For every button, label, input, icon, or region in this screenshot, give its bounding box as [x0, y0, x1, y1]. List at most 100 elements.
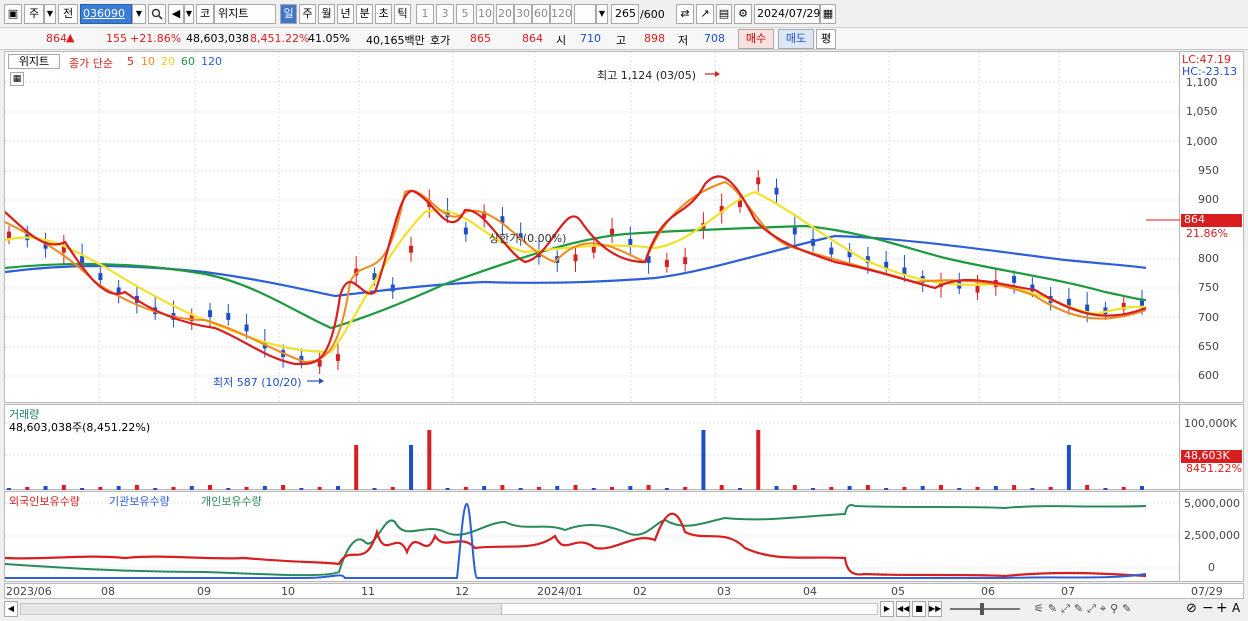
volume-bar	[43, 486, 48, 490]
candle-body	[463, 227, 468, 235]
volume-bar	[262, 486, 267, 490]
buy-button[interactable]: 매수	[738, 29, 774, 49]
volume-value: 48,603,038	[186, 32, 249, 45]
ma-legend-60: 60	[181, 55, 195, 68]
volume-bar	[536, 487, 541, 490]
price-chart-panel[interactable]: 위지트 종가 단순 5 10 20 60 120 ▦ 최고 1,124 (03/…	[4, 51, 1181, 404]
volume-bar	[847, 486, 852, 490]
stock-code-input[interactable]: 036090	[80, 4, 132, 24]
volume-bar	[171, 487, 176, 490]
code-dropdown-icon[interactable]: ▼	[132, 4, 146, 24]
volume-bar	[61, 485, 66, 490]
ma-legend-120: 120	[201, 55, 222, 68]
fast-forward-icon[interactable]: ▶▶	[928, 601, 942, 617]
volume-bar	[153, 488, 158, 490]
y-tick-1050: 1,050	[1186, 105, 1218, 118]
interval-dropdown-icon[interactable]: ▼	[596, 4, 608, 24]
prev-button[interactable]: 전	[58, 4, 78, 24]
volume-bar	[737, 488, 742, 490]
market-selector[interactable]: 코	[196, 4, 214, 24]
type-dropdown-icon[interactable]: ▼	[44, 4, 56, 24]
stock-name-field[interactable]: 위지트	[214, 4, 276, 24]
font-size-icon[interactable]: A	[1232, 601, 1240, 615]
volume-value-label: 48,603,038주(8,451.22%)	[9, 421, 151, 434]
last-pct-tag: 21.86%	[1186, 227, 1228, 240]
holdings-svg	[5, 502, 1181, 579]
zoom-in-icon[interactable]: +	[1216, 600, 1228, 616]
gear-icon[interactable]: ⚙	[734, 4, 752, 24]
volume-bar	[518, 488, 523, 490]
scroll-left-icon[interactable]: ◀	[4, 601, 18, 617]
date-input[interactable]: 2024/07/29	[754, 4, 820, 24]
period-tab-minute[interactable]: 분	[356, 4, 373, 24]
speaker-dropdown-icon[interactable]: ▼	[184, 4, 194, 24]
volume-bar	[610, 487, 615, 490]
volume-bar	[244, 487, 249, 490]
zoom-fit-icon[interactable]: ⊘	[1186, 601, 1197, 616]
volume-bar	[938, 485, 943, 490]
interval-60[interactable]: 60	[532, 4, 550, 24]
rewind-icon[interactable]: ◀◀	[896, 601, 910, 617]
scroll-right-icon[interactable]: ▶	[880, 601, 894, 617]
interval-1[interactable]: 1	[416, 4, 434, 24]
high-annotation: 최고 1,124 (03/05)	[597, 69, 697, 82]
ma-legend-10: 10	[141, 55, 155, 68]
volume-bar	[134, 485, 139, 490]
indicator-icon[interactable]: ↗	[696, 4, 714, 24]
calendar-icon[interactable]: ▦	[820, 4, 836, 24]
interval-120[interactable]: 120	[550, 4, 572, 24]
limit-annotation: 상한가 (0.00%)	[489, 232, 567, 245]
count-input[interactable]: 265	[611, 4, 639, 24]
x-tick-12: 12	[455, 585, 469, 598]
volume-panel[interactable]: 거래량 48,603,038주(8,451.22%)	[4, 404, 1181, 490]
interval-10[interactable]: 10	[476, 4, 494, 24]
volume-bar	[993, 486, 998, 490]
candle-body	[1066, 298, 1071, 306]
horizontal-scrollbar[interactable]	[20, 603, 878, 615]
speaker-icon[interactable]: ◀	[168, 4, 184, 24]
period-tab-week[interactable]: 주	[299, 4, 316, 24]
period-tab-second[interactable]: 초	[375, 4, 392, 24]
interval-3[interactable]: 3	[436, 4, 454, 24]
volume-bar	[902, 487, 907, 490]
interval-20[interactable]: 20	[496, 4, 514, 24]
period-tab-day[interactable]: 일	[280, 4, 297, 24]
zoom-slider-thumb[interactable]	[980, 603, 984, 615]
volume-bar	[482, 486, 487, 490]
eval-button[interactable]: 평	[816, 29, 836, 49]
volume-bar	[957, 488, 962, 490]
save-icon[interactable]: ▤	[716, 4, 732, 24]
stop-icon[interactable]: ■	[912, 601, 926, 617]
zoom-out-icon[interactable]: −	[1202, 600, 1214, 616]
drawing-tools-icon[interactable]: ⚟✎⤢✎⤢⌖⚲✎	[1034, 602, 1135, 616]
volume-bar	[427, 430, 432, 490]
period-tab-tick[interactable]: 틱	[394, 4, 411, 24]
interval-5[interactable]: 5	[456, 4, 474, 24]
volume-bar	[884, 488, 889, 490]
price-panel-tab[interactable]: 위지트	[8, 54, 60, 69]
custom-interval-field[interactable]	[574, 4, 596, 24]
volume-bar	[920, 486, 925, 490]
candle-body	[975, 285, 980, 293]
grid-toggle-icon[interactable]: ▦	[10, 72, 24, 86]
turnover-rate: 41.05%	[308, 32, 350, 45]
scroll-thumb[interactable]	[501, 604, 877, 614]
volume-bar	[226, 488, 231, 490]
search-icon[interactable]	[148, 4, 166, 24]
period-tab-year[interactable]: 년	[337, 4, 354, 24]
last-price-tag: 864	[1181, 214, 1242, 227]
x-tick-11: 11	[361, 585, 375, 598]
interval-30[interactable]: 30	[514, 4, 532, 24]
bid-price: 864	[522, 32, 543, 45]
count-total: /600	[640, 8, 665, 21]
compare-icon[interactable]: ⇄	[676, 4, 694, 24]
zoom-slider[interactable]	[950, 603, 1020, 615]
volume-bar	[335, 486, 340, 490]
change-amount: 155	[106, 32, 127, 45]
sell-button[interactable]: 매도	[778, 29, 814, 49]
type-selector[interactable]: 주	[24, 4, 44, 24]
candle-body	[573, 254, 578, 262]
holdings-panel[interactable]: 외국인보유수량 기관보유수량 개인보유수량	[4, 491, 1181, 582]
layout-icon[interactable]: ▣	[4, 4, 22, 24]
period-tab-month[interactable]: 월	[318, 4, 335, 24]
